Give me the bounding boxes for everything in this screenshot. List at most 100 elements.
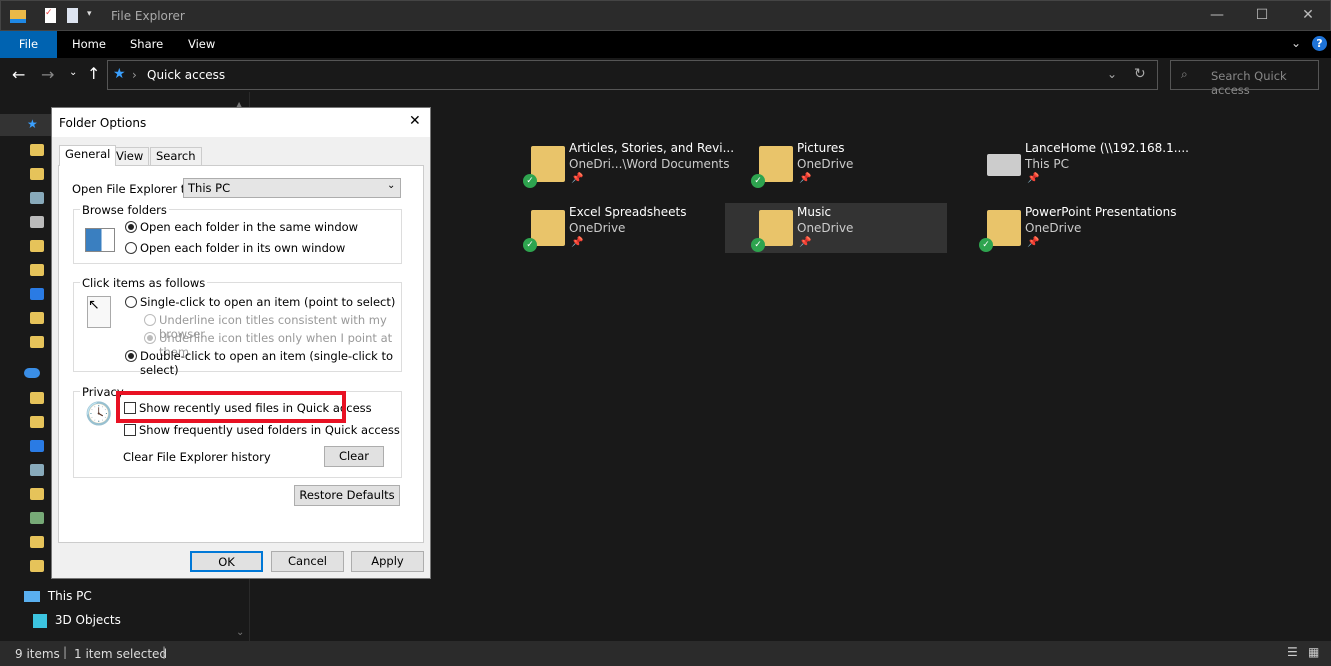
nav-folder-icon[interactable] (30, 264, 44, 276)
click-items-label: Click items as follows (80, 276, 208, 290)
nav-folder-icon[interactable] (30, 216, 44, 228)
dialog-close-button[interactable]: ✕ (409, 113, 421, 129)
nav-folder-icon[interactable] (30, 312, 44, 324)
nav-folder-icon[interactable] (30, 416, 44, 428)
cube-icon (33, 613, 47, 628)
dialog-title: Folder Options (59, 116, 147, 130)
onedrive-icon[interactable] (24, 368, 40, 378)
back-button[interactable]: ← (12, 65, 25, 84)
list-item[interactable]: ✓ Articles, Stories, and Revi... OneDri.… (523, 140, 745, 190)
browse-folders-label: Browse folders (80, 203, 169, 217)
breadcrumb-quick-access[interactable]: Quick access (147, 68, 225, 82)
item-name: Articles, Stories, and Revi... (569, 141, 735, 155)
tab-general[interactable]: General (59, 145, 117, 166)
title-bar: ✓ ▾ File Explorer — ☐ ✕ (0, 0, 1331, 31)
minimize-button[interactable]: — (1207, 7, 1227, 23)
item-name: Excel Spreadsheets (569, 205, 687, 219)
tab-view[interactable]: View (173, 31, 230, 58)
forward-button[interactable]: → (41, 65, 54, 84)
list-item[interactable]: ✓ Pictures OneDrive 📌 (751, 140, 973, 190)
list-item[interactable]: ✓ Excel Spreadsheets OneDrive 📌 (523, 204, 745, 254)
address-dropdown-icon[interactable]: ⌄ (1107, 67, 1117, 81)
same-window-radio[interactable] (125, 221, 137, 233)
help-icon[interactable]: ? (1312, 36, 1327, 51)
nav-this-pc-label: This PC (47, 589, 92, 603)
pin-icon[interactable]: 📌 (799, 173, 811, 184)
underline-point-radio[interactable] (144, 332, 156, 344)
clear-button[interactable]: Clear (324, 446, 384, 467)
own-window-label: Open each folder in its own window (140, 241, 346, 255)
nav-this-pc[interactable]: This PC (24, 589, 92, 603)
nav-folder-icon[interactable] (30, 512, 44, 524)
synced-icon: ✓ (523, 238, 537, 252)
general-panel: Open File Explorer to: This PC ⌄ Browse … (58, 165, 424, 543)
large-icons-view-icon[interactable]: ▦ (1308, 645, 1319, 659)
ok-button[interactable]: OK (190, 551, 263, 572)
nav-folder-icon[interactable] (30, 488, 44, 500)
refresh-icon[interactable]: ↻ (1134, 66, 1146, 82)
search-input[interactable]: ⌕ Search Quick access (1170, 60, 1319, 97)
details-view-icon[interactable]: ☰ (1287, 645, 1298, 659)
customize-qat-icon[interactable]: ▾ (87, 9, 92, 19)
pin-icon[interactable]: 📌 (799, 237, 811, 248)
chevron-down-icon: ⌄ (387, 180, 396, 191)
status-bar: 9 items | 1 item selected | ☰ ▦ (0, 641, 1331, 666)
clear-history-label: Clear File Explorer history (123, 450, 271, 464)
pin-icon[interactable]: 📌 (571, 173, 583, 184)
expand-ribbon-icon[interactable]: ⌄ (1291, 36, 1301, 50)
tab-search[interactable]: Search (150, 147, 202, 165)
tab-file[interactable]: File (0, 31, 57, 58)
nav-folder-icon[interactable] (30, 560, 44, 572)
synced-icon: ✓ (979, 238, 993, 252)
apply-button[interactable]: Apply (351, 551, 424, 572)
ribbon: File Home Share View ⌄ ? (0, 31, 1331, 58)
nav-folder-icon[interactable] (30, 192, 44, 204)
restore-defaults-button[interactable]: Restore Defaults (294, 485, 400, 506)
open-to-select[interactable]: This PC ⌄ (183, 178, 401, 198)
nav-folder-icon[interactable] (30, 240, 44, 252)
double-click-radio[interactable] (125, 350, 137, 362)
network-drive-icon (987, 154, 1021, 176)
list-item[interactable]: LanceHome (\\192.168.1.... This PC 📌 (979, 140, 1201, 190)
nav-music-icon[interactable] (30, 440, 44, 452)
close-button[interactable]: ✕ (1298, 7, 1318, 23)
nav-music-icon[interactable] (30, 288, 44, 300)
list-item-selected[interactable]: ✓ Music OneDrive 📌 (751, 204, 973, 254)
new-folder-icon[interactable] (67, 8, 78, 23)
underline-browser-radio[interactable] (144, 314, 156, 326)
single-click-radio[interactable] (125, 296, 137, 308)
tab-share[interactable]: Share (115, 31, 178, 58)
address-bar[interactable]: ★ › Quick access ⌄ ↻ (107, 60, 1158, 90)
scroll-down-icon[interactable]: ⌄ (236, 627, 244, 638)
item-name: Pictures (797, 141, 845, 155)
nav-folder-icon[interactable] (30, 536, 44, 548)
separator: | (162, 645, 167, 659)
nav-folder-icon[interactable] (30, 144, 44, 156)
maximize-button[interactable]: ☐ (1252, 7, 1272, 23)
synced-icon: ✓ (751, 174, 765, 188)
quick-access-star-icon: ★ (113, 66, 126, 82)
nav-folder-icon[interactable] (30, 168, 44, 180)
double-click-label: Double-click to open an item (single-cli… (140, 349, 394, 377)
nav-3d-objects[interactable]: 3D Objects (33, 613, 121, 628)
tab-home[interactable]: Home (57, 31, 121, 58)
cancel-button[interactable]: Cancel (271, 551, 344, 572)
pin-icon[interactable]: 📌 (571, 237, 583, 248)
recent-locations-button[interactable]: ⌄ (69, 67, 77, 78)
list-item[interactable]: ✓ PowerPoint Presentations OneDrive 📌 (979, 204, 1201, 254)
nav-folder-icon[interactable] (30, 392, 44, 404)
properties-icon[interactable]: ✓ (45, 8, 56, 23)
frequent-folders-checkbox[interactable] (124, 424, 136, 436)
up-button[interactable]: ↑ (87, 64, 100, 83)
item-location: OneDri...\Word Documents (569, 157, 730, 171)
item-location: OneDrive (797, 221, 854, 235)
pin-icon[interactable]: 📌 (1027, 173, 1039, 184)
nav-folder-icon[interactable] (30, 336, 44, 348)
nav-folder-icon[interactable] (30, 464, 44, 476)
open-to-label: Open File Explorer to: (72, 182, 197, 196)
star-icon: ★ (27, 117, 38, 131)
dialog-title-bar: Folder Options ✕ (52, 108, 430, 137)
synced-icon: ✓ (523, 174, 537, 188)
pin-icon[interactable]: 📌 (1027, 237, 1039, 248)
own-window-radio[interactable] (125, 242, 137, 254)
